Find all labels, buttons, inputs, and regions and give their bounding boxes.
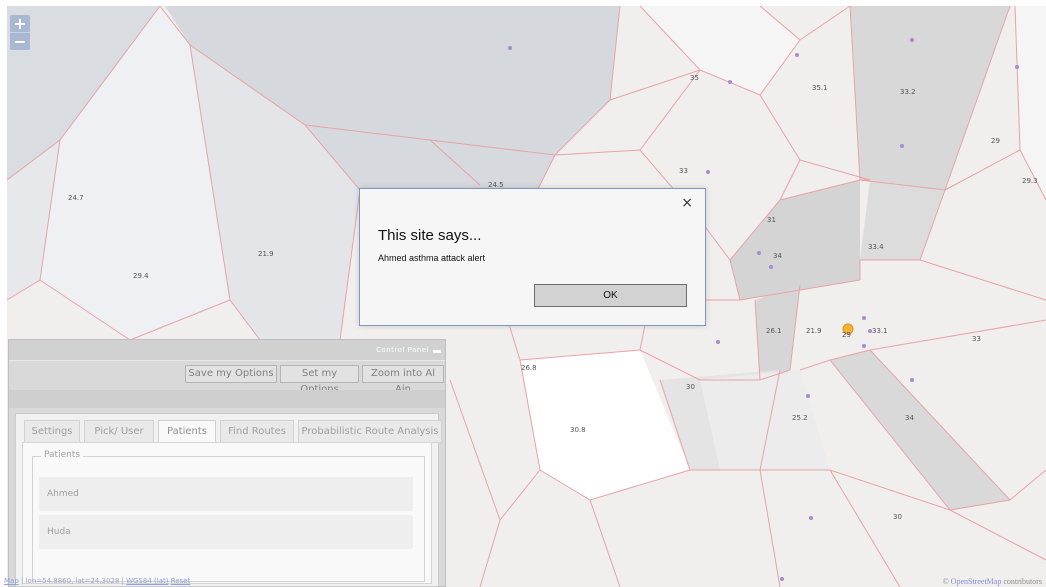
zoom-control: + − <box>10 15 30 50</box>
tabs-container: Settings Pick/ User Patients Find Routes… <box>15 413 442 587</box>
map-frame-left <box>0 0 7 587</box>
reset-link[interactable]: Reset <box>171 577 191 585</box>
cell-value-label: 33 <box>972 335 981 343</box>
alert-dialog: × This site says... Ahmed asthma attack … <box>359 188 706 326</box>
cell-value-label: 29 <box>842 331 851 339</box>
cell-value-label: 26.8 <box>521 364 537 372</box>
cell-value-label: 34 <box>773 252 782 260</box>
panel-divider-bar <box>9 390 445 408</box>
map-link[interactable]: Map <box>4 577 19 585</box>
patient-item-huda[interactable]: Huda <box>39 515 413 549</box>
patients-tab-body: Patients Ahmed Huda <box>22 442 432 584</box>
cell-value-label: 35.1 <box>812 84 828 92</box>
cell-value-label: 26.1 <box>766 327 782 335</box>
cell-value-label: 35 <box>690 74 699 82</box>
cell-value-label: 29.4 <box>133 272 149 280</box>
zoom-in-button[interactable]: + <box>10 15 30 32</box>
close-icon[interactable]: × <box>681 195 693 211</box>
set-options-button[interactable]: Set my Options <box>280 365 359 395</box>
map-frame-top <box>0 0 1046 6</box>
map-attribution: © OpenStreetMap contributors <box>943 577 1042 586</box>
cell-value-label: 24.7 <box>68 194 84 202</box>
cell-value-label: 30 <box>686 383 695 391</box>
ok-button[interactable]: OK <box>534 284 687 307</box>
zoom-out-button[interactable]: − <box>10 33 30 50</box>
cell-value-label: 29 <box>991 137 1000 145</box>
attribution-suffix: contributors <box>1001 577 1042 586</box>
zoom-al-ain-button[interactable]: Zoom into Al Ain <box>362 365 444 395</box>
cell-value-label: 33.4 <box>868 243 884 251</box>
panel-button-row: Save my Options Set my Options Zoom into… <box>9 362 445 395</box>
dialog-title: This site says... <box>378 227 482 244</box>
cell-value-label: 33.2 <box>900 88 916 96</box>
patient-item-ahmed[interactable]: Ahmed <box>39 477 413 511</box>
coordinates-readout: | lon=54.8860, lat=24.3028 | <box>21 577 124 585</box>
cell-value-label: 30.8 <box>570 426 586 434</box>
control-panel: Control Panel Save my Options Set my Opt… <box>8 339 446 587</box>
projection-link[interactable]: WGS84 (lat) <box>126 577 168 585</box>
cell-value-label: 25.2 <box>792 414 808 422</box>
cell-value-label: 33 <box>679 167 688 175</box>
patients-fieldset: Patients Ahmed Huda <box>32 450 425 582</box>
cell-value-label: 29.3 <box>1022 177 1038 185</box>
control-panel-header: Control Panel <box>9 340 445 361</box>
cell-value-label: 21.9 <box>806 327 822 335</box>
osm-link[interactable]: OpenStreetMap <box>951 577 1002 586</box>
patients-legend: Patients <box>41 450 84 460</box>
tab-probabilistic-route-analysis[interactable]: Probabilistic Route Analysis <box>298 420 442 443</box>
tab-pick-user[interactable]: Pick/ User <box>84 420 154 443</box>
cell-value-label: 21.9 <box>258 250 274 258</box>
minimize-icon[interactable] <box>433 343 441 353</box>
cell-value-label: 30 <box>893 513 902 521</box>
control-panel-title: Control Panel <box>376 346 429 354</box>
cell-value-label: 33.1 <box>872 327 888 335</box>
attribution-prefix: © <box>942 577 951 586</box>
save-options-button[interactable]: Save my Options <box>185 365 277 383</box>
status-bar: Map | lon=54.8860, lat=24.3028 | WGS84 (… <box>4 577 190 585</box>
tab-patients[interactable]: Patients <box>158 420 216 443</box>
cell-value-label: 31 <box>767 216 776 224</box>
tab-find-routes[interactable]: Find Routes <box>220 420 294 443</box>
tab-settings[interactable]: Settings <box>24 420 80 443</box>
dialog-message: Ahmed asthma attack alert <box>378 253 486 263</box>
cell-value-label: 34 <box>905 414 914 422</box>
